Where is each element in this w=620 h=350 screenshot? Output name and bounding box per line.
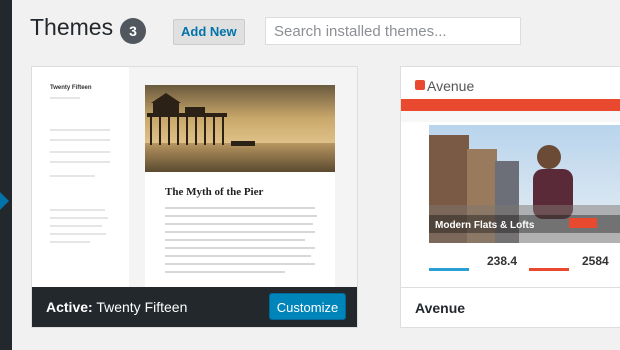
active-theme-name: Twenty Fifteen <box>96 299 188 315</box>
preview-text-line <box>50 151 110 153</box>
preview-hero-image: Modern Flats & Lofts <box>429 125 620 243</box>
preview-hero-caption: Modern Flats & Lofts <box>435 220 535 231</box>
preview-text-line <box>50 129 110 131</box>
preview-text-line <box>50 97 80 99</box>
theme-card-avenue[interactable]: Avenue Modern Flats & Lofts 238.4 2584 A… <box>400 66 620 328</box>
search-themes-input[interactable] <box>265 17 521 45</box>
preview-text-line <box>50 209 105 211</box>
preview-text-line <box>165 239 305 241</box>
preview-stats-row: 238.4 2584 <box>429 251 620 273</box>
preview-text-line <box>50 225 102 227</box>
theme-screenshot-main: The Myth of the Pier <box>129 67 357 305</box>
preview-text-line <box>165 271 285 273</box>
admin-menu-strip <box>0 0 12 350</box>
theme-count-badge: 3 <box>120 18 146 44</box>
pier-photo <box>145 85 335 172</box>
preview-logo-text: Avenue <box>427 78 475 94</box>
active-theme-bar: Active: Twenty Fifteen Customize <box>32 287 357 327</box>
preview-site-title: Twenty Fifteen <box>50 85 92 91</box>
preview-text-line <box>165 223 313 225</box>
theme-screenshot-avenue: Avenue Modern Flats & Lofts 238.4 2584 <box>401 67 620 287</box>
add-new-button[interactable]: Add New <box>173 19 245 45</box>
preview-text-line <box>165 263 315 265</box>
preview-text-line <box>50 233 106 235</box>
preview-stat-value: 238.4 <box>487 254 518 268</box>
active-theme-label: Active: Twenty Fifteen <box>46 299 187 315</box>
preview-text-line <box>50 161 110 163</box>
theme-name: Avenue <box>415 300 466 316</box>
theme-card-twenty-fifteen[interactable]: Twenty Fifteen The Myth of the Pier Acti… <box>31 66 358 328</box>
theme-screenshot-sidebar: Twenty Fifteen <box>32 67 129 287</box>
current-menu-pointer <box>0 192 9 210</box>
theme-name-bar: Avenue <box>401 287 620 327</box>
preview-sub-bar <box>401 111 620 122</box>
customize-button[interactable]: Customize <box>269 293 346 320</box>
preview-text-line <box>165 247 315 249</box>
preview-text-line <box>165 215 317 217</box>
preview-nav-bar <box>401 99 620 111</box>
preview-text-line <box>165 255 311 257</box>
page-title: Themes <box>30 14 114 40</box>
preview-text-line <box>50 175 95 177</box>
preview-stat-value: 2584 <box>582 254 609 268</box>
preview-text-line <box>50 217 108 219</box>
preview-text-line <box>50 241 90 243</box>
preview-stat-bar <box>429 268 469 271</box>
avenue-logo-icon <box>415 80 425 90</box>
preview-text-line <box>165 207 315 209</box>
preview-stat-bar <box>529 268 569 271</box>
preview-post: The Myth of the Pier <box>145 85 335 305</box>
preview-text-line <box>50 139 110 141</box>
preview-text-line <box>165 231 315 233</box>
active-prefix: Active: <box>46 299 93 315</box>
preview-post-title: The Myth of the Pier <box>165 186 264 198</box>
